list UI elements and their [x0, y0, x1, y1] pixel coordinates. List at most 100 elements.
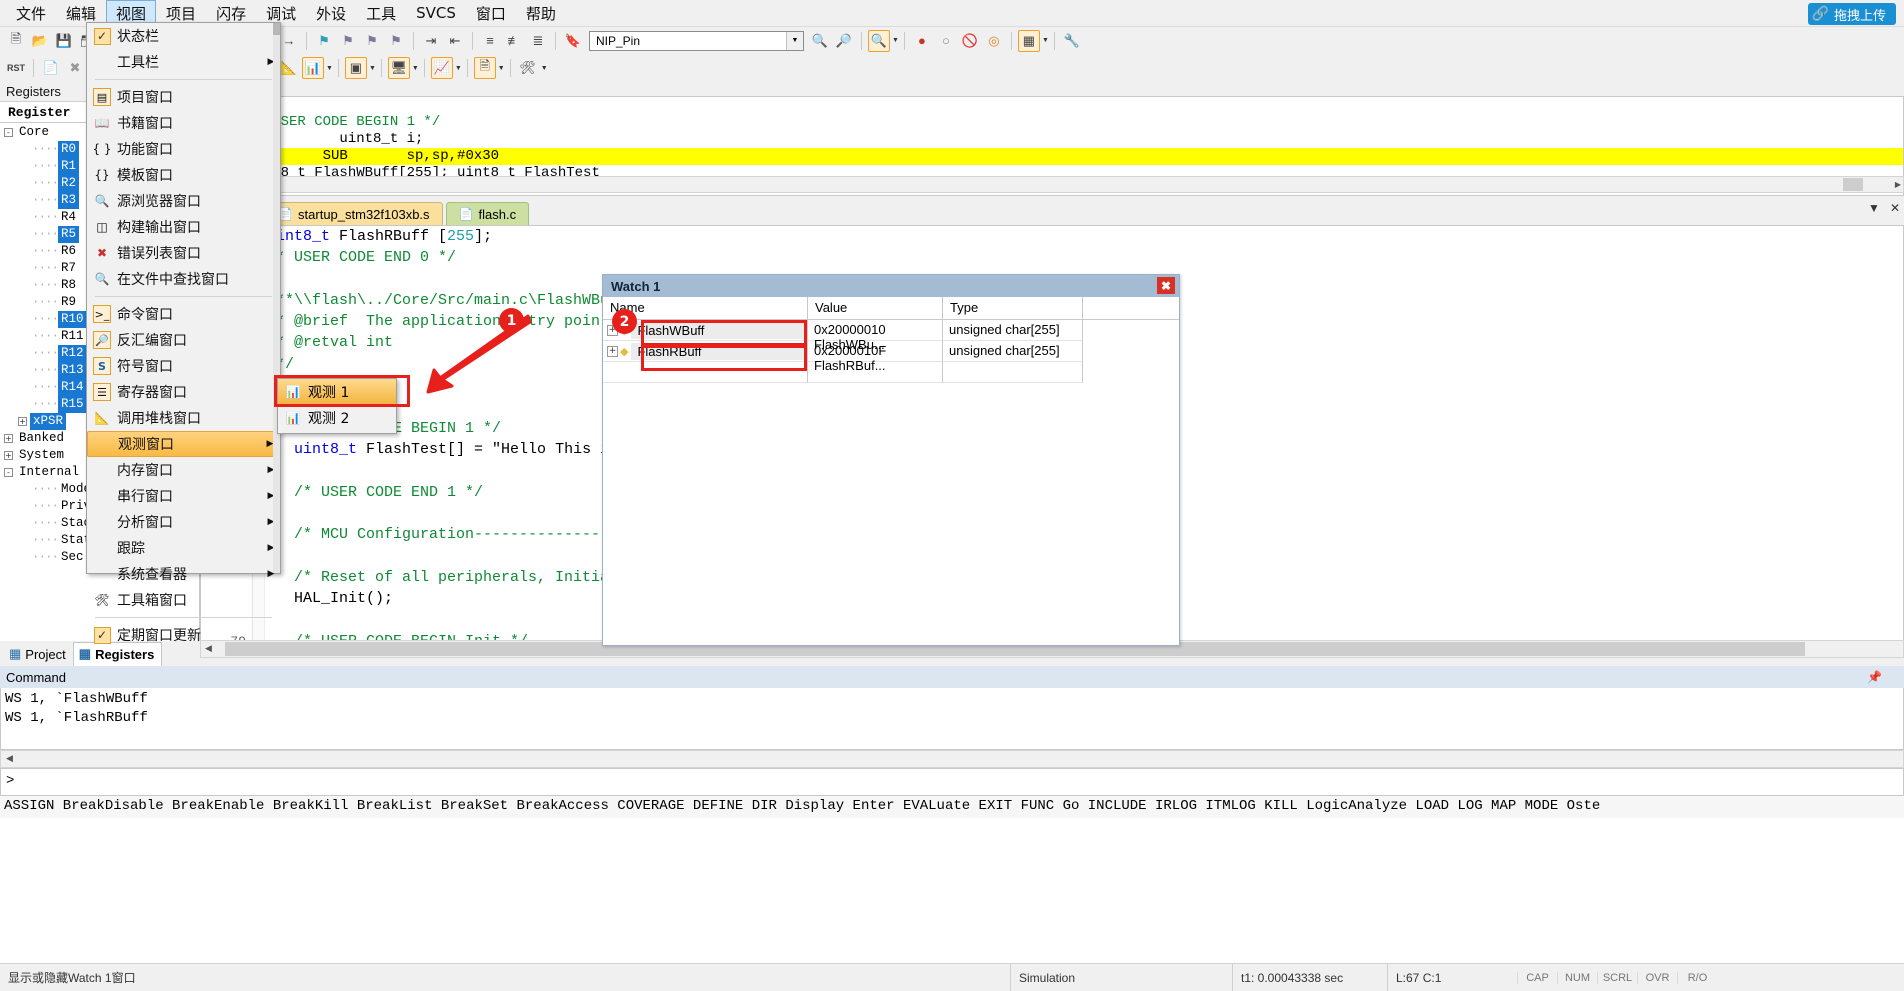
outdent-icon[interactable]: ⇤: [444, 30, 466, 52]
watch-window-icon[interactable]: 📊: [302, 57, 324, 79]
memory-window-icon[interactable]: ▣: [344, 57, 367, 79]
stop-icon[interactable]: ✖: [64, 57, 86, 79]
menu-item-toolbox-icon[interactable]: 🛠 工具箱窗口: [87, 587, 280, 613]
command-hscrollbar[interactable]: ◀: [0, 750, 1904, 768]
menu-8[interactable]: SVCS: [406, 1, 466, 25]
chevron-down-icon[interactable]: ▼: [541, 65, 548, 72]
window-layout-icon[interactable]: ▦: [1017, 29, 1040, 52]
editor-tab[interactable]: 📄 startup_stm32f103xb.s: [265, 202, 443, 225]
tree-toggle-icon[interactable]: +: [18, 417, 27, 426]
breakpoint-all-icon[interactable]: ◎: [983, 30, 1005, 52]
menu-item-label: 内存窗口: [117, 463, 173, 479]
new-file-icon[interactable]: 🗎: [5, 30, 27, 52]
chevron-down-icon[interactable]: ▼: [1042, 37, 1049, 44]
expand-icon[interactable]: +: [607, 345, 618, 357]
menu-item-registers-window-icon[interactable]: ☰ 寄存器窗口: [87, 379, 280, 405]
tree-toggle-icon[interactable]: -: [4, 468, 13, 477]
watch-value[interactable]: 0x2000010F FlashRBuf...: [808, 341, 943, 373]
zoom-icon[interactable]: 🔍: [868, 29, 890, 52]
reset-icon[interactable]: RST: [5, 57, 27, 79]
menu-item-disassembly-window-icon[interactable]: 🔎 反汇编窗口: [87, 327, 280, 353]
menu-item-error-list-icon[interactable]: ✖ 错误列表窗口: [87, 240, 280, 266]
toolbox-icon[interactable]: 🛠: [517, 57, 539, 79]
save-icon[interactable]: 💾: [53, 30, 75, 52]
menu-item-label: 跟踪: [117, 541, 145, 557]
chevron-down-icon[interactable]: ▼: [455, 65, 462, 72]
bookmark-prev-icon[interactable]: ⚑: [337, 30, 359, 52]
pin-icon[interactable]: 📌: [1867, 670, 1882, 684]
disassembly-hscrollbar[interactable]: ▶: [200, 176, 1904, 193]
menu-item-project-window-icon[interactable]: ▤ 项目窗口: [87, 84, 280, 110]
close-icon[interactable]: ✕: [1890, 201, 1900, 215]
uncomment-icon[interactable]: ≢: [503, 30, 525, 52]
menu-item-books-window-icon[interactable]: 📖 书籍窗口: [87, 110, 280, 136]
menu-6[interactable]: 外设: [306, 0, 356, 27]
breakpoint-disable-icon[interactable]: ○: [935, 30, 957, 52]
menu-item-find-in-files-icon[interactable]: 🔍 在文件中查找窗口: [87, 266, 280, 292]
submenu-item[interactable]: 📊 观测 2: [278, 405, 396, 431]
call-stack-icon[interactable]: 📐: [278, 57, 300, 79]
menu-item-plain[interactable]: 分析窗口 ▶: [87, 509, 280, 535]
menu-scrollbar[interactable]: [273, 23, 280, 573]
view-menu-dropdown[interactable]: ✓ 状态栏 工具栏 ▶ ▤ 项目窗口 📖 书籍窗口 { } 功能窗口 {} 模板窗口 🔍 源浏览器窗口 ◫ 构…: [86, 22, 281, 644]
tree-toggle-icon[interactable]: +: [4, 434, 13, 443]
bookmark-icon[interactable]: ⚑: [313, 30, 335, 52]
menu-item-plain[interactable]: 内存窗口 ▶: [87, 457, 280, 483]
menu-item-functions-window-icon[interactable]: { } 功能窗口: [87, 136, 280, 162]
breakpoint-icon[interactable]: ●: [911, 30, 933, 52]
serial-window-icon[interactable]: 🖥: [387, 57, 410, 79]
chevron-down-icon[interactable]: ▼: [498, 65, 505, 72]
build-icon[interactable]: 📄: [40, 57, 62, 79]
menu-item-plain[interactable]: 工具栏 ▶: [87, 49, 280, 75]
chevron-down-icon[interactable]: ▼: [326, 65, 333, 72]
align-icon[interactable]: ≣: [527, 30, 549, 52]
find-in-files-icon[interactable]: 🔍: [809, 30, 831, 52]
search-combo[interactable]: NIP_Pin ▼: [589, 30, 804, 51]
menu-item-source-browser-icon[interactable]: 🔍 源浏览器窗口: [87, 188, 280, 214]
analysis-window-icon[interactable]: 📈: [430, 57, 453, 79]
menu-item-plain[interactable]: 系统查看器 ▶: [87, 561, 280, 587]
scrollbar-thumb[interactable]: [1843, 178, 1863, 191]
editor-tab[interactable]: 📄 flash.c: [445, 202, 530, 225]
chevron-down-icon[interactable]: ▼: [1868, 201, 1880, 215]
insert-bookmark-icon[interactable]: 🔖: [562, 30, 584, 52]
search-next-icon[interactable]: 🔎: [833, 30, 855, 52]
menu-0[interactable]: 文件: [6, 0, 56, 27]
menu-item-plain[interactable]: 跟踪 ▶: [87, 535, 280, 561]
chevron-down-icon[interactable]: ▼: [892, 37, 899, 44]
upload-button[interactable]: 🔗 拖拽上传: [1807, 3, 1896, 25]
menu-item-build-output-icon[interactable]: ◫ 构建输出窗口: [87, 214, 280, 240]
menu-item-checkmark[interactable]: ✓ 状态栏: [87, 23, 280, 49]
close-icon[interactable]: ✖: [1157, 277, 1175, 294]
nav-forward-icon[interactable]: →: [278, 30, 300, 52]
indent-icon[interactable]: ⇥: [420, 30, 442, 52]
settings-icon[interactable]: 🔧: [1061, 30, 1083, 52]
watch-value[interactable]: 0x20000010 FlashWBu...: [808, 320, 943, 352]
bookmark-next-icon[interactable]: ⚑: [361, 30, 383, 52]
chevron-down-icon[interactable]: ▼: [786, 31, 803, 50]
menu-item-symbols-window-icon[interactable]: S 符号窗口: [87, 353, 280, 379]
menu-7[interactable]: 工具: [356, 0, 406, 27]
chevron-down-icon[interactable]: ▼: [369, 65, 376, 72]
menu-item-command-window-icon[interactable]: >_ 命令窗口: [87, 301, 280, 327]
scroll-left-arrow[interactable]: ◀: [6, 753, 13, 764]
menu-item-plain[interactable]: 观测窗口 ▶: [87, 431, 280, 457]
breakpoint-kill-icon[interactable]: 🚫: [959, 30, 981, 52]
left-tab-project[interactable]: ▦ Project: [4, 643, 73, 666]
menu-item-checkmark[interactable]: ✓ 定期窗口更新: [87, 622, 280, 648]
watch-value[interactable]: [808, 362, 943, 383]
menu-10[interactable]: 帮助: [516, 0, 566, 27]
menu-item-plain[interactable]: 串行窗口 ▶: [87, 483, 280, 509]
menu-item-templates-window-icon[interactable]: {} 模板窗口: [87, 162, 280, 188]
menu-item-call-stack-icon[interactable]: 📐 调用堆栈窗口: [87, 405, 280, 431]
menu-9[interactable]: 窗口: [466, 0, 516, 27]
command-input[interactable]: >: [0, 768, 1904, 796]
comment-icon[interactable]: ≡: [479, 30, 501, 52]
tree-toggle-icon[interactable]: +: [4, 451, 13, 460]
open-folder-icon[interactable]: 📂: [29, 30, 51, 52]
trace-window-icon[interactable]: 🗎: [473, 57, 496, 79]
bookmark-clear-icon[interactable]: ⚑: [385, 30, 407, 52]
chevron-down-icon[interactable]: ▼: [412, 65, 419, 72]
tree-toggle-icon[interactable]: -: [4, 128, 13, 137]
scroll-right-arrow[interactable]: ▶: [1895, 180, 1901, 189]
